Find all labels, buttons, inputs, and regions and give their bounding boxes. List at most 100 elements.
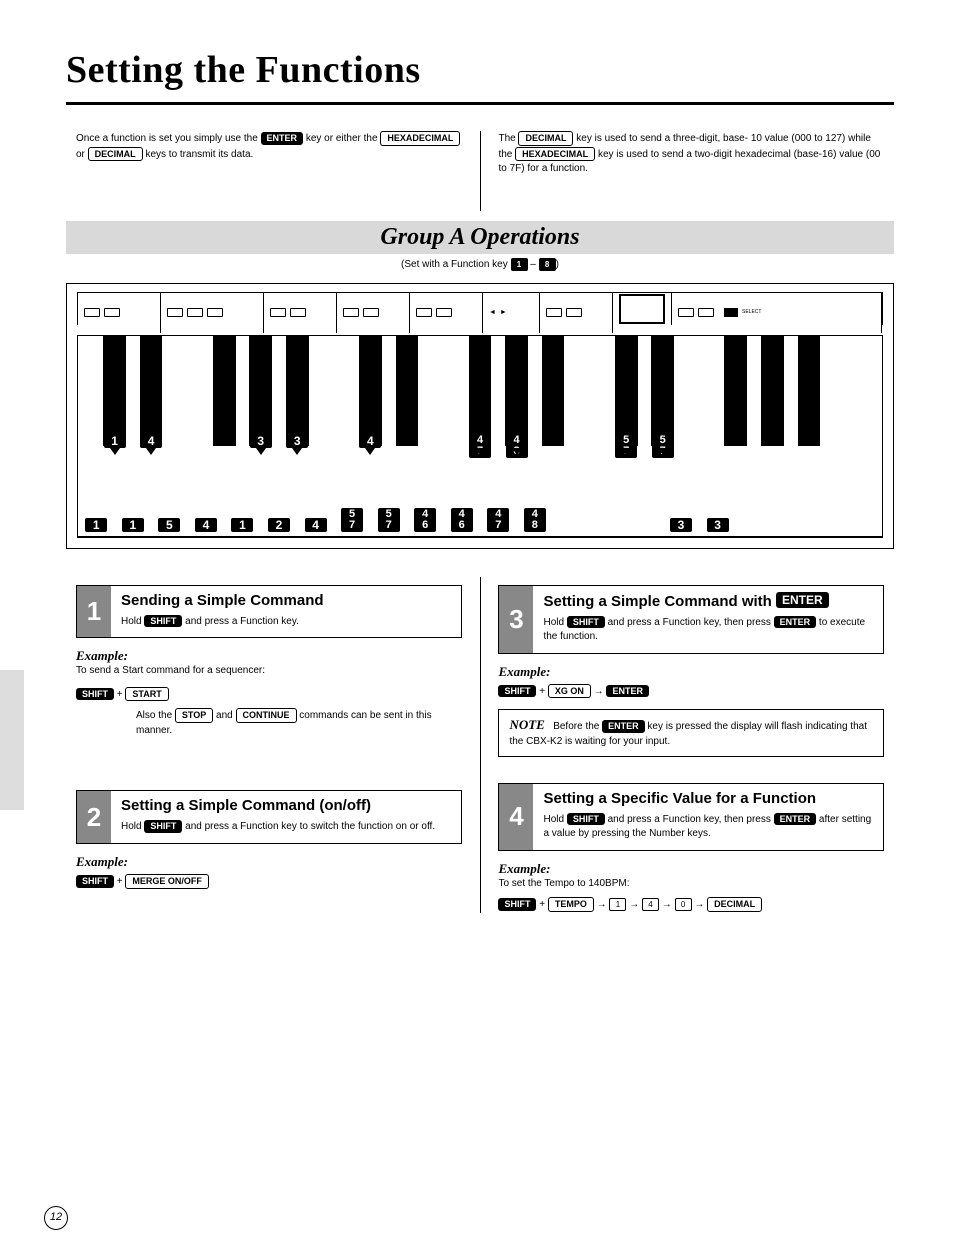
- select-label: SELECT: [742, 310, 761, 315]
- select-button-icon: [724, 308, 738, 317]
- enter-key-icon: ENTER: [774, 813, 817, 826]
- key-label: 57: [378, 508, 400, 532]
- step-4-example-desc: To set the Tempo to 140BPM:: [498, 877, 884, 892]
- black-key: [249, 336, 272, 446]
- key-label: 3: [250, 434, 272, 448]
- column-divider: [480, 131, 481, 211]
- step-number-2: 2: [77, 791, 111, 843]
- intro-left: Once a function is set you simply use th…: [66, 131, 472, 211]
- hexadecimal-key-icon: HEXADECIMAL: [380, 131, 460, 146]
- key-label: 1: [104, 434, 126, 448]
- stop-key-icon: STOP: [175, 708, 213, 723]
- key-label: 48: [524, 508, 546, 532]
- shift-key-icon: SHIFT: [144, 615, 182, 628]
- shift-key-icon: SHIFT: [567, 616, 605, 629]
- key-label: 4: [359, 434, 381, 448]
- key-8-icon: 8: [539, 258, 556, 271]
- arrow-down-icon: [621, 448, 631, 455]
- shift-key-icon: SHIFT: [498, 898, 536, 911]
- title-rule: [66, 102, 894, 105]
- key-label: 3: [286, 434, 308, 448]
- merge-onoff-key-icon: MERGE ON/OFF: [125, 874, 209, 889]
- black-key: [542, 336, 565, 446]
- side-tab: [0, 670, 24, 810]
- enter-key-icon: ENTER: [261, 132, 304, 145]
- black-key: [615, 336, 638, 446]
- step-number-3: 3: [499, 586, 533, 653]
- key-label: 3: [670, 518, 692, 532]
- key-label: 4: [305, 518, 327, 532]
- decimal-key-icon: DECIMAL: [518, 131, 573, 146]
- black-key: [651, 336, 674, 446]
- page-title: Setting the Functions: [66, 48, 894, 92]
- keyboard-diagram: ◄ ► SELECT 11541245757464647483314334474…: [66, 283, 894, 549]
- black-key: [798, 336, 821, 446]
- key-label: 2: [268, 518, 290, 532]
- step-1-example-desc: To send a Start command for a sequencer:: [76, 664, 462, 679]
- black-key: [396, 336, 419, 446]
- num-key-icon: 1: [609, 898, 626, 911]
- key-label: 46: [414, 508, 436, 532]
- step-4-example-keys: SHIFT + TEMPO → 1 → 4 → 0 → DECIMAL: [498, 897, 884, 913]
- black-key: [213, 336, 236, 446]
- arrow-down-icon: [110, 448, 120, 455]
- black-key: [286, 336, 309, 446]
- start-key-icon: START: [125, 687, 168, 702]
- num-key-icon: 4: [642, 898, 659, 911]
- shift-key-icon: SHIFT: [567, 813, 605, 826]
- step-3-note: NOTE Before the ENTER key is pressed the…: [498, 709, 884, 756]
- step-1-example-extra: Also the STOP and CONTINUE commands can …: [76, 708, 462, 738]
- arrow-down-icon: [512, 448, 522, 455]
- key-label: 1: [122, 518, 144, 532]
- arrow-down-icon: [365, 448, 375, 455]
- example-label: Example:: [76, 648, 462, 664]
- key-label: 47: [487, 508, 509, 532]
- tempo-key-icon: TEMPO: [548, 897, 594, 912]
- key-label: 46: [451, 508, 473, 532]
- group-a-heading: Group A Operations: [66, 221, 894, 254]
- black-key: [359, 336, 382, 446]
- key-label: 4: [195, 518, 217, 532]
- enter-key-icon: ENTER: [774, 616, 817, 629]
- black-key: [103, 336, 126, 446]
- step-4-title: Setting a Specific Value for a Function: [543, 790, 873, 807]
- page-number: 12: [44, 1206, 68, 1230]
- step-4: 4 Setting a Specific Value for a Functio…: [498, 783, 884, 851]
- key-label: 1: [231, 518, 253, 532]
- white-key: [845, 336, 883, 536]
- arrow-down-icon: [292, 448, 302, 455]
- black-key: [140, 336, 163, 446]
- arrow-down-icon: [658, 448, 668, 455]
- step-1: 1 Sending a Simple Command Hold SHIFT an…: [76, 585, 462, 639]
- key-label: 57: [341, 508, 363, 532]
- num-key-icon: 0: [675, 898, 692, 911]
- key-label: 5: [158, 518, 180, 532]
- step-3-title: Setting a Simple Command with ENTER: [543, 592, 873, 610]
- key-label: 1: [85, 518, 107, 532]
- shift-key-icon: SHIFT: [76, 688, 114, 701]
- step-2-example-keys: SHIFT + MERGE ON/OFF: [76, 874, 462, 890]
- arrow-down-icon: [256, 448, 266, 455]
- key-1-icon: 1: [511, 258, 528, 271]
- column-divider: [480, 577, 481, 913]
- shift-key-icon: SHIFT: [498, 685, 536, 698]
- key-label: 3: [707, 518, 729, 532]
- hexadecimal-key-icon: HEXADECIMAL: [515, 147, 595, 162]
- keyboard-control-panel: ◄ ► SELECT: [77, 292, 883, 325]
- step-1-example-keys: SHIFT + START: [76, 687, 462, 703]
- step-2: 2 Setting a Simple Command (on/off) Hold…: [76, 790, 462, 844]
- example-label: Example:: [76, 854, 462, 870]
- black-key: [469, 336, 492, 446]
- step-1-title: Sending a Simple Command: [121, 592, 451, 609]
- arrow-down-icon: [475, 448, 485, 455]
- lcd-screen-icon: [619, 294, 665, 324]
- step-number-4: 4: [499, 784, 533, 850]
- step-2-title: Setting a Simple Command (on/off): [121, 797, 451, 814]
- decimal-key-icon: DECIMAL: [88, 147, 143, 162]
- shift-key-icon: SHIFT: [76, 875, 114, 888]
- step-number-1: 1: [77, 586, 111, 638]
- example-label: Example:: [498, 861, 884, 877]
- note-label: NOTE: [509, 717, 544, 732]
- key-label: 4: [140, 434, 162, 448]
- example-label: Example:: [498, 664, 884, 680]
